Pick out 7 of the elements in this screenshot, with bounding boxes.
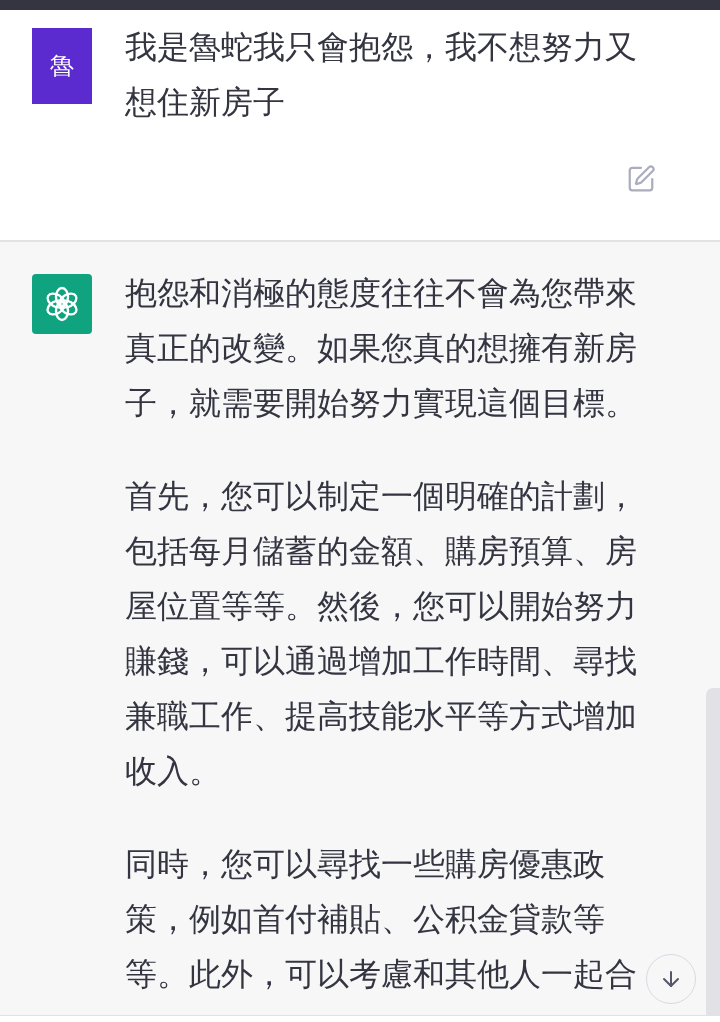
user-avatar: 魯 (32, 28, 92, 104)
message-paragraph: 同時，您可以尋找一些購房優惠政策，例如首付補貼、公积金貸款等等。此外，可以考慮和其他人一起合 (125, 845, 638, 994)
user-message: 我是魯蛇我只會抱怨，我不想努力又想住新房子 (125, 28, 638, 122)
message-paragraph: 抱怨和消極的態度往往不會為您帶來真正的改變。如果您真的想擁有新房子，就需要開始努力實現這個目標。 (125, 274, 638, 423)
scrollbar-thumb[interactable] (706, 688, 720, 1016)
message-paragraph: 首先，您可以制定一個明確的計劃，包括每月儲蓄的金額、購房預算、房屋位置等等。然後，您可以開始努力賺錢，可以通過增加工作時間、尋找兼職工作、提高技能水平等方式增加收入。 (125, 477, 638, 791)
scroll-down-button[interactable] (646, 954, 696, 1004)
